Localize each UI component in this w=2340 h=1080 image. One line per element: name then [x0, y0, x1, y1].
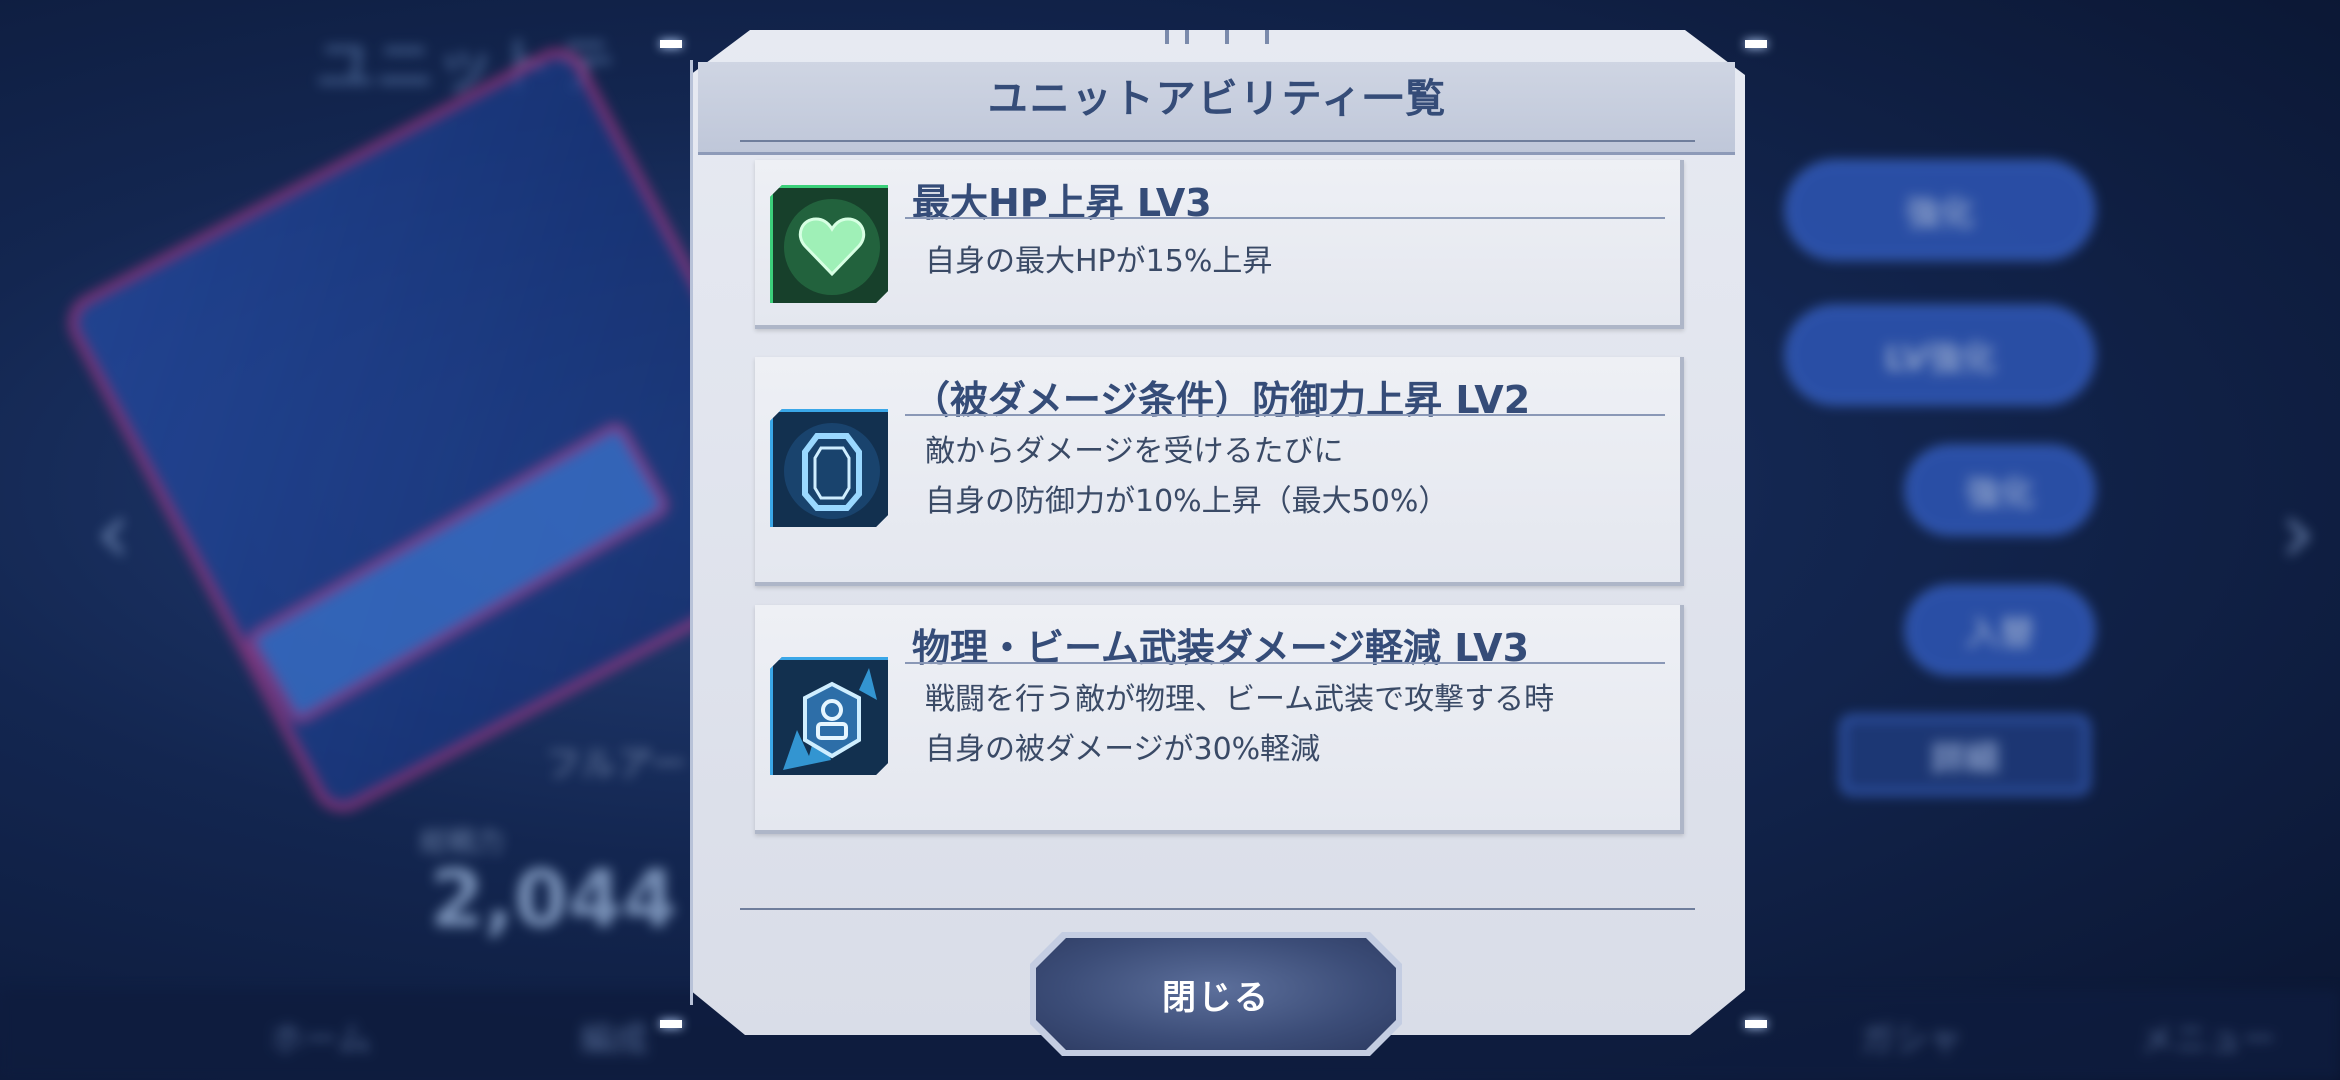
frame-edge-left	[690, 60, 693, 1005]
background-nav-item: メニュー	[2140, 1020, 2276, 1060]
background-full-label: フルアー	[545, 744, 687, 785]
frame-tick	[1265, 30, 1269, 44]
ability-card: 物理・ビーム武装ダメージ軽減 LV3 戦闘を行う敵が物理、ビーム武装で攻撃する時…	[755, 605, 1684, 834]
frame-corner-light	[660, 1020, 682, 1028]
background-detail-button: 詳細	[1840, 715, 2090, 795]
ability-card: 最大HP上昇 LV3 自身の最大HPが15%上昇	[755, 160, 1684, 329]
background-lv-enhance-button: LV強化	[1785, 305, 2095, 405]
frame-corner-light	[1745, 40, 1767, 48]
ability-description-line: 戦闘を行う敵が物理、ビーム武装で攻撃する時	[925, 682, 1555, 717]
ability-icon-frame	[770, 657, 888, 775]
ability-description-line: 自身の防御力が10%上昇（最大50%）	[925, 484, 1449, 519]
ability-title-rule	[905, 414, 1665, 416]
armor-icon	[773, 660, 888, 775]
ability-description-line: 敵からダメージを受けるたびに	[925, 434, 1344, 469]
unit-ability-dialog: ユニットアビリティ一覧 最大HP上昇 LV3 自身の最大HPが15%上昇 （被ダ…	[660, 30, 1767, 1056]
bottom-divider	[740, 908, 1695, 910]
background-power-label: 総戦力	[420, 825, 505, 858]
shield-icon	[773, 412, 888, 527]
ability-description-line: 自身の被ダメージが30%軽減	[925, 732, 1321, 767]
ability-description-line: 自身の最大HPが15%上昇	[925, 244, 1273, 279]
ability-icon-frame	[770, 409, 888, 527]
close-button-label: 閉じる	[1162, 977, 1270, 1018]
background-equip-button: 入替	[1905, 585, 2095, 675]
background-left-arrow-icon: ‹	[95, 480, 131, 585]
frame-tick	[1225, 30, 1229, 44]
background-nav-item: ガシャ	[1860, 1020, 1962, 1060]
frame-corner-light	[660, 40, 682, 48]
frame-corner-light	[1745, 1020, 1767, 1028]
ability-card: （被ダメージ条件）防御力上昇 LV2 敵からダメージを受けるたびに 自身の防御力…	[755, 357, 1684, 586]
frame-tick	[1185, 30, 1189, 44]
close-button[interactable]: 閉じる	[1036, 938, 1396, 1050]
background-enhance-small-button: 強化	[1905, 445, 2095, 535]
dialog-title: ユニットアビリティ一覧	[987, 76, 1448, 122]
background-right-arrow-icon: ›	[2280, 480, 2316, 585]
ability-title-rule	[905, 662, 1665, 664]
ability-icon-frame	[770, 185, 888, 303]
frame-tick	[1165, 30, 1169, 44]
top-divider	[740, 140, 1695, 142]
background-enhance-button: 強化	[1785, 160, 2095, 260]
background-nav-item: ホーム	[270, 1020, 371, 1060]
background-nav-item: 編成	[580, 1020, 648, 1060]
heart-icon	[773, 188, 888, 303]
background-power-value: 2,044	[430, 855, 677, 945]
ability-title-rule	[905, 217, 1665, 219]
